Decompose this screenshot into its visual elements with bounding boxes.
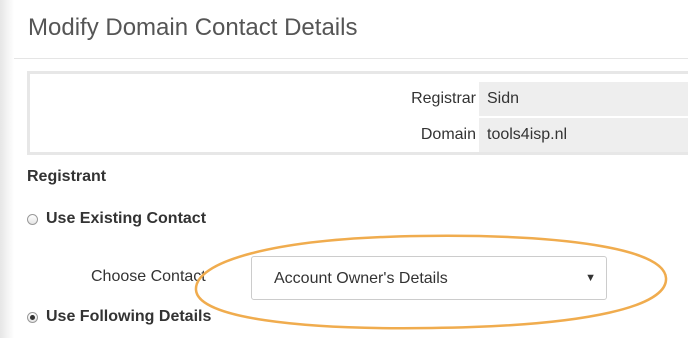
- domain-row: Domain tools4isp.nl: [30, 118, 688, 152]
- registrar-row: Registrar Sidn: [30, 82, 688, 116]
- choose-contact-label: Choose Contact: [91, 268, 206, 285]
- use-following-details-label: Use Following Details: [46, 308, 212, 325]
- domain-info-box: Registrar Sidn Domain tools4isp.nl: [27, 71, 688, 155]
- triangle-down-icon: ▼: [585, 272, 596, 284]
- use-following-details-radio[interactable]: [27, 311, 38, 323]
- use-following-details-option[interactable]: Use Following Details: [27, 308, 211, 326]
- registrar-label: Registrar: [411, 90, 476, 107]
- use-existing-contact-option[interactable]: Use Existing Contact: [27, 210, 206, 228]
- registrar-value: Sidn: [479, 82, 688, 116]
- page-title: Modify Domain Contact Details: [28, 14, 358, 41]
- title-divider: [14, 58, 688, 59]
- use-existing-contact-label: Use Existing Contact: [46, 210, 207, 227]
- page: Modify Domain Contact Details Registrar …: [0, 0, 688, 338]
- registrant-section-label: Registrant: [27, 168, 107, 185]
- left-shadow-edge: [0, 0, 14, 338]
- use-existing-contact-radio[interactable]: [27, 213, 38, 225]
- domain-value: tools4isp.nl: [479, 118, 688, 152]
- choose-contact-selected-value: Account Owner's Details: [274, 270, 448, 287]
- choose-contact-select[interactable]: Account Owner's Details ▼: [251, 256, 607, 300]
- domain-label: Domain: [420, 126, 476, 143]
